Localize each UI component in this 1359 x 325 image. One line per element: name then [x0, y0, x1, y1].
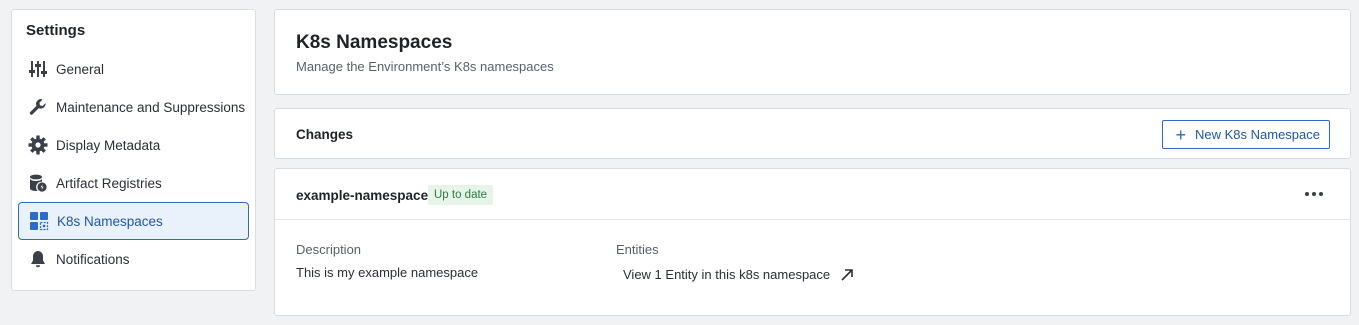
new-k8s-namespace-button[interactable]: + New K8s Namespace: [1162, 120, 1330, 149]
sidebar-item-artifact-registries[interactable]: Artifact Registries: [18, 164, 249, 202]
gear-icon: [27, 134, 49, 156]
entities-link-label: View 1 Entity in this k8s namespace: [623, 267, 831, 282]
namespace-card: example-namespace Up to date Description…: [274, 168, 1351, 316]
sidebar-item-display-metadata[interactable]: Display Metadata: [18, 126, 249, 164]
status-badge: Up to date: [428, 185, 494, 205]
changes-title: Changes: [296, 127, 354, 142]
namespace-card-header: example-namespace Up to date: [275, 169, 1350, 220]
grid-icon: [28, 210, 50, 232]
sidebar-item-maintenance[interactable]: Maintenance and Suppressions: [18, 88, 249, 126]
sidebar-item-label: K8s Namespaces: [57, 213, 163, 229]
page-subtitle: Manage the Environment’s K8s namespaces: [296, 59, 554, 74]
settings-sidebar: Settings General Maintenance and Suppres…: [11, 9, 256, 291]
entities-label: Entities: [616, 242, 659, 257]
database-icon: [27, 172, 49, 194]
description-value: This is my example namespace: [296, 265, 479, 280]
changes-bar: Changes + New K8s Namespace: [274, 108, 1351, 159]
bell-icon: [27, 248, 49, 270]
external-arrow-icon: [840, 268, 854, 282]
plus-icon: +: [1175, 124, 1186, 145]
sidebar-item-label: General: [56, 61, 105, 77]
sidebar-item-label: Maintenance and Suppressions: [56, 99, 246, 115]
view-entities-link[interactable]: View 1 Entity in this k8s namespace: [623, 267, 854, 282]
sidebar-item-label: Notifications: [56, 251, 130, 267]
more-options-icon[interactable]: [1302, 185, 1326, 203]
sidebar-item-label: Artifact Registries: [56, 175, 162, 191]
sliders-icon: [27, 58, 49, 80]
wrench-icon: [27, 96, 49, 118]
page-title: K8s Namespaces: [296, 32, 453, 53]
sidebar-title: Settings: [26, 22, 86, 39]
description-label: Description: [296, 242, 362, 257]
sidebar-item-general[interactable]: General: [18, 50, 249, 88]
namespace-name: example-namespace: [296, 188, 429, 203]
new-button-label: New K8s Namespace: [1195, 127, 1320, 142]
sidebar-item-label: Display Metadata: [56, 137, 161, 153]
page-header: K8s Namespaces Manage the Environment’s …: [274, 9, 1351, 95]
sidebar-item-k8s-namespaces[interactable]: K8s Namespaces: [18, 202, 249, 240]
sidebar-item-notifications[interactable]: Notifications: [18, 240, 249, 278]
